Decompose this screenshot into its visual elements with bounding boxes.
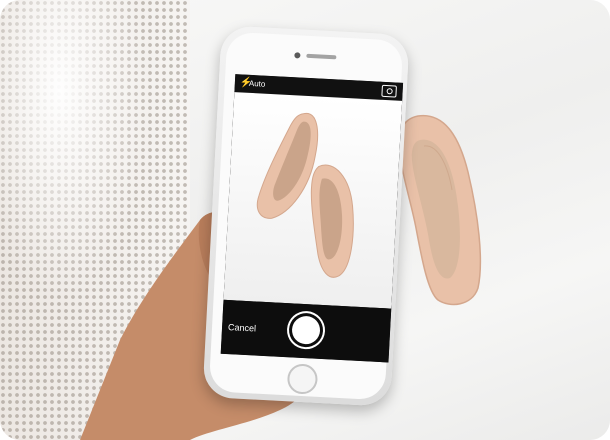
iphone-device: ⚡ Auto Cancel	[202, 25, 410, 407]
camera-bottom-bar: Cancel	[220, 299, 392, 363]
phone-bezel: ⚡ Auto Cancel	[208, 31, 404, 401]
camera-switch-icon[interactable]	[381, 84, 397, 98]
viewfinder-shoe-left	[256, 113, 319, 219]
viewfinder-shoes	[256, 113, 354, 278]
earpiece-speaker	[306, 53, 337, 60]
home-button[interactable]	[286, 363, 319, 395]
shutter-button[interactable]	[291, 315, 321, 345]
photo-scene: ⚡ Auto Cancel	[0, 0, 610, 440]
cancel-button[interactable]: Cancel	[228, 322, 257, 333]
front-camera-dot	[294, 52, 301, 59]
flash-mode-label[interactable]: Auto	[249, 79, 266, 89]
camera-screen: ⚡ Auto Cancel	[220, 74, 404, 363]
viewfinder-shoe-right	[310, 164, 354, 278]
camera-viewfinder	[223, 92, 403, 309]
